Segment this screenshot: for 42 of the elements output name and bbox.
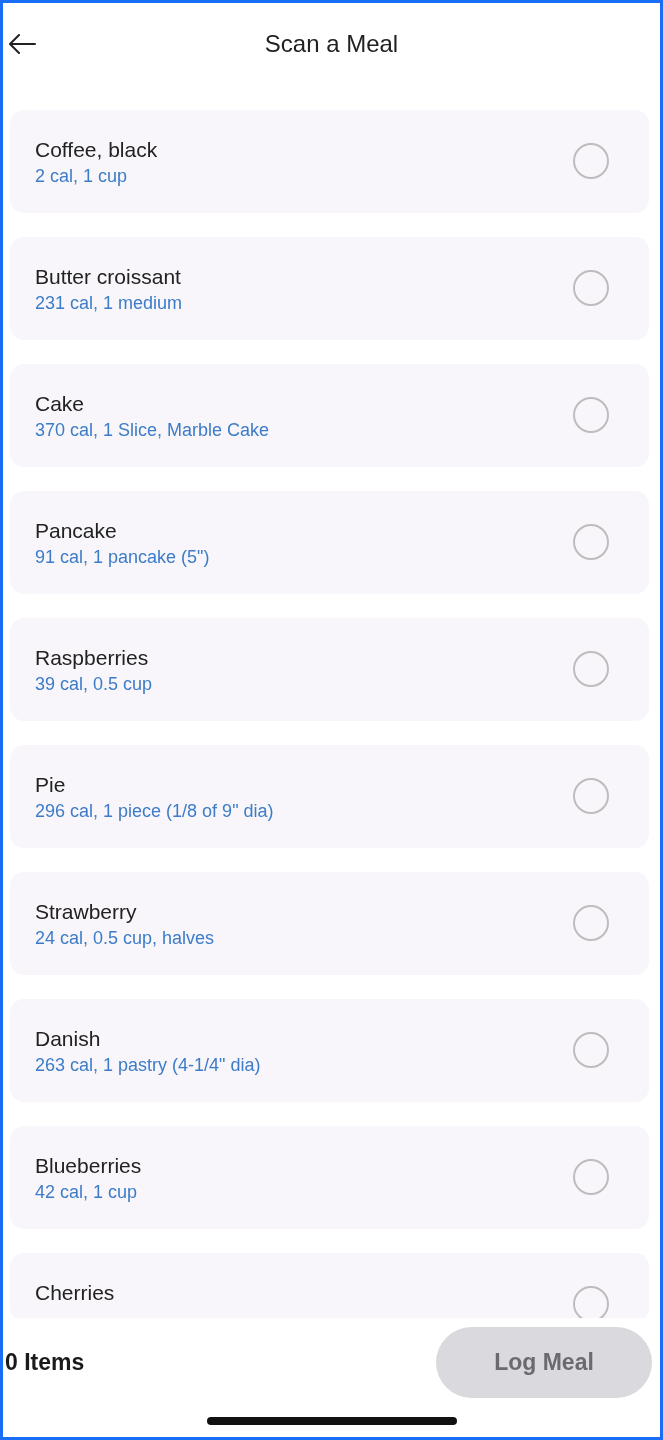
food-name: Cake (35, 391, 86, 417)
food-item[interactable]: Coffee, black 2 cal, 1 cup (10, 110, 649, 213)
food-calories: 263 cal, 1 pastry (4-1/4" dia) (35, 1054, 261, 1077)
food-calories: 2 cal, 1 cup (35, 165, 129, 188)
food-item[interactable]: Blueberries 42 cal, 1 cup (10, 1126, 649, 1229)
food-calories: 370 cal, 1 Slice, Marble Cake (35, 419, 270, 442)
food-calories: 39 cal, 0.5 cup (35, 673, 153, 696)
food-calories: 296 cal, 1 piece (1/8 of 9" dia) (35, 800, 274, 823)
food-name: Strawberry (35, 899, 138, 925)
select-radio[interactable] (573, 270, 609, 306)
food-item[interactable]: Cherries (10, 1253, 649, 1318)
food-name: Raspberries (35, 645, 150, 671)
food-name: Butter croissant (35, 264, 182, 290)
food-item[interactable]: Raspberries 39 cal, 0.5 cup (10, 618, 649, 721)
select-radio[interactable] (573, 524, 609, 560)
select-radio[interactable] (573, 397, 609, 433)
food-calories: 42 cal, 1 cup (35, 1181, 139, 1204)
food-name: Cherries (35, 1280, 115, 1306)
food-item[interactable]: Butter croissant 231 cal, 1 medium (10, 237, 649, 340)
food-item[interactable]: Strawberry 24 cal, 0.5 cup, halves (10, 872, 649, 975)
screen-title: Scan a Meal (264, 30, 399, 58)
food-calories: 24 cal, 0.5 cup, halves (35, 927, 215, 950)
food-name: Pancake (35, 518, 118, 544)
food-item[interactable]: Pie 296 cal, 1 piece (1/8 of 9" dia) (10, 745, 649, 848)
food-item[interactable]: Cake 370 cal, 1 Slice, Marble Cake (10, 364, 649, 467)
food-calories: 91 cal, 1 pancake (5") (35, 546, 210, 569)
select-radio[interactable] (573, 143, 609, 179)
back-button[interactable] (8, 34, 36, 54)
back-arrow-icon (8, 34, 36, 54)
food-name: Danish (35, 1026, 102, 1052)
select-radio[interactable] (573, 778, 609, 814)
select-radio[interactable] (573, 651, 609, 687)
food-name: Coffee, black (35, 137, 158, 163)
food-name: Blueberries (35, 1153, 142, 1179)
select-radio[interactable] (573, 905, 609, 941)
food-calories: 231 cal, 1 medium (35, 292, 183, 315)
food-item[interactable]: Danish 263 cal, 1 pastry (4-1/4" dia) (10, 999, 649, 1102)
select-radio[interactable] (573, 1032, 609, 1068)
food-name: Pie (35, 772, 67, 798)
select-radio[interactable] (573, 1159, 609, 1195)
food-item[interactable]: Pancake 91 cal, 1 pancake (5") (10, 491, 649, 594)
item-count: 0 Items (5, 1349, 85, 1376)
